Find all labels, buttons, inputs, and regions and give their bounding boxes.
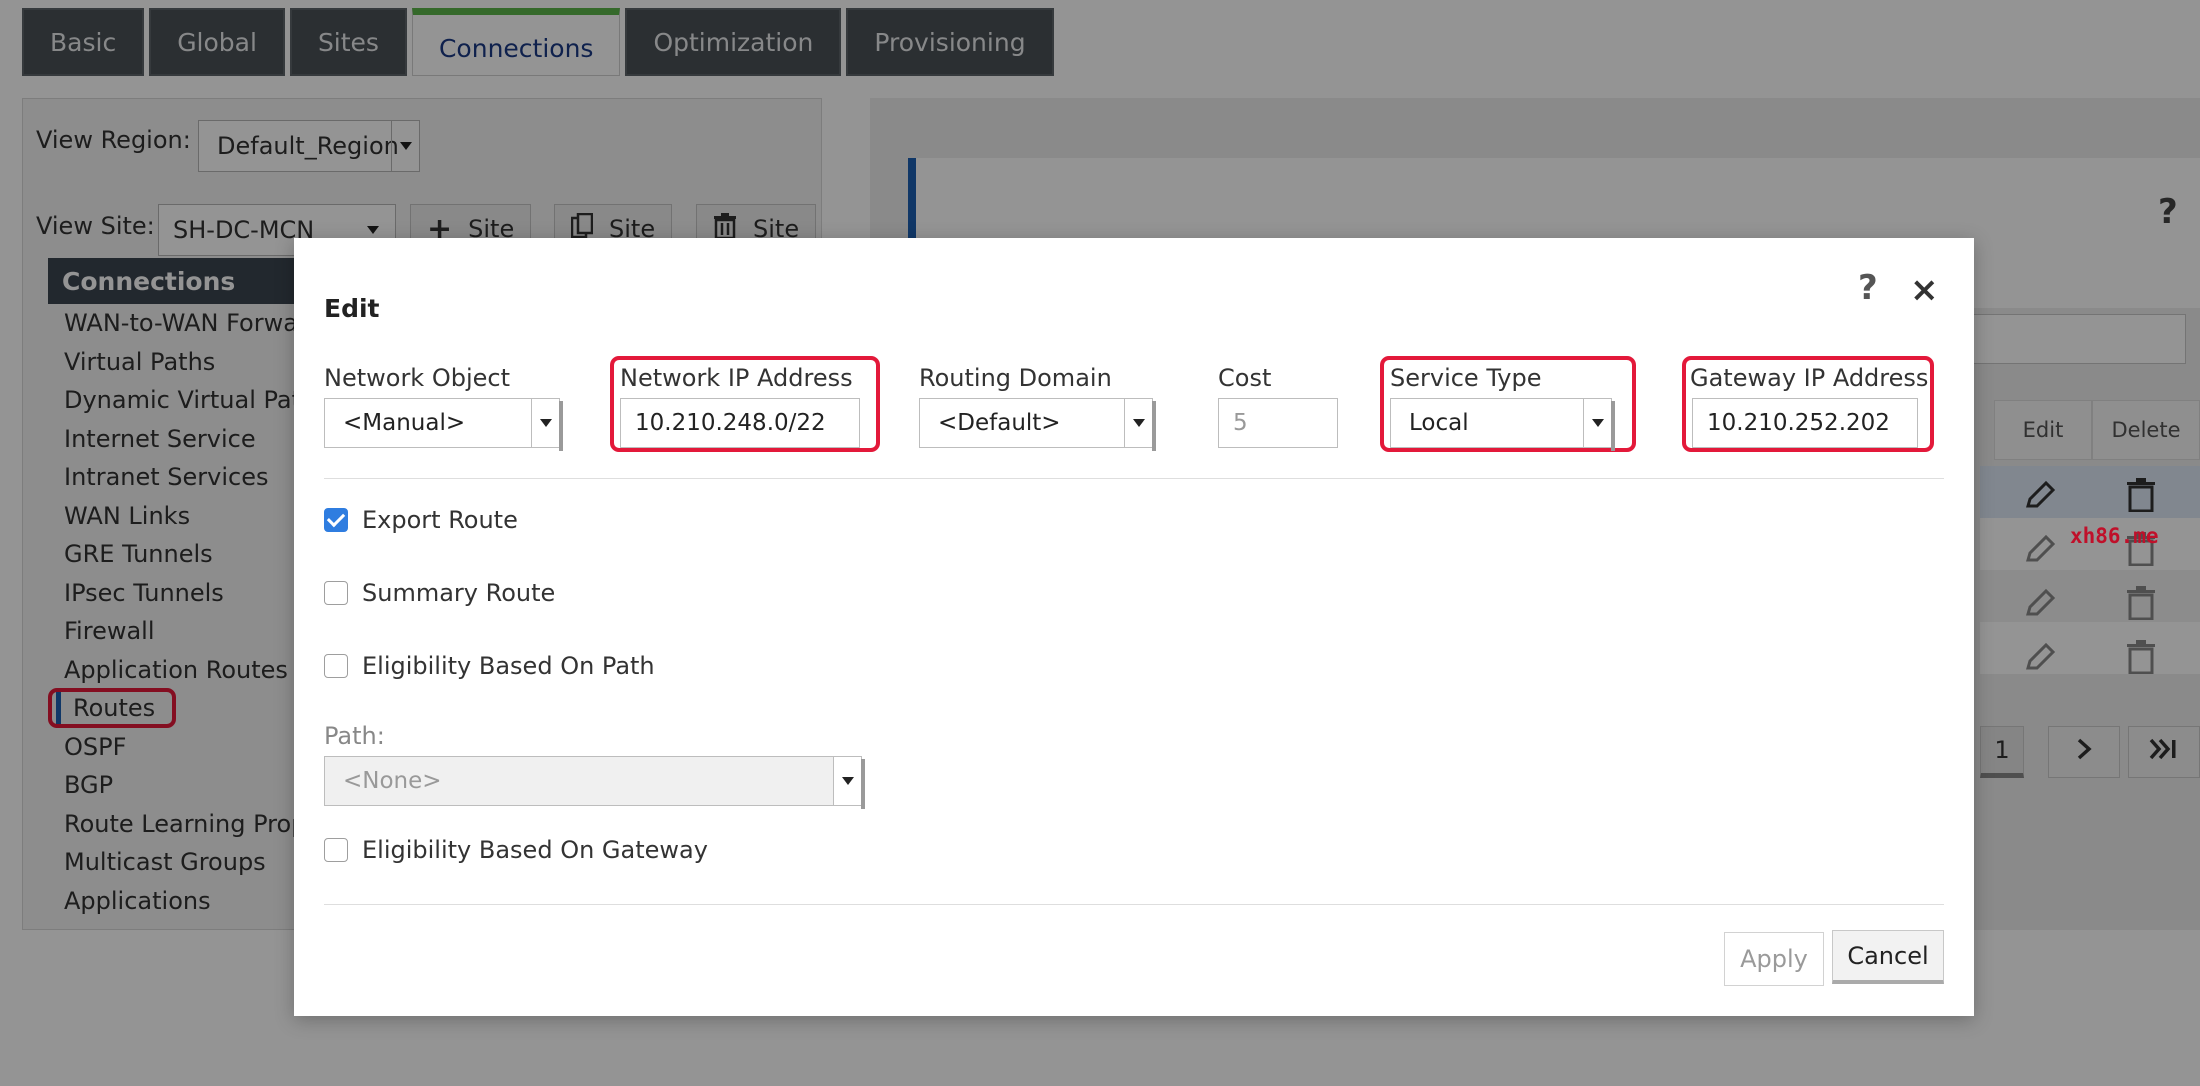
eligibility-gateway-label: Eligibility Based On Gateway xyxy=(362,836,708,864)
cost-label: Cost xyxy=(1218,364,1272,392)
help-icon[interactable]: ? xyxy=(1858,268,1878,308)
chevron-down-icon xyxy=(1124,399,1156,451)
network-object-value: <Manual> xyxy=(343,410,466,436)
network-ip-input[interactable]: 10.210.248.0/22 xyxy=(620,398,860,448)
gateway-ip-label: Gateway IP Address xyxy=(1690,364,1929,392)
dialog-title: Edit xyxy=(324,294,380,323)
network-object-select[interactable]: <Manual> xyxy=(324,398,563,451)
routing-domain-value: <Default> xyxy=(938,410,1061,436)
close-icon[interactable]: × xyxy=(1910,270,1939,310)
cancel-button[interactable]: Cancel xyxy=(1832,930,1944,984)
apply-button[interactable]: Apply xyxy=(1724,932,1824,986)
edit-route-dialog: Edit ? × Network Object <Manual> Network… xyxy=(294,238,1974,1016)
path-value: <None> xyxy=(343,768,442,794)
network-ip-label: Network IP Address xyxy=(620,364,853,392)
chevron-down-icon xyxy=(1583,399,1615,451)
eligibility-gateway-row[interactable]: Eligibility Based On Gateway xyxy=(324,836,708,864)
service-type-select[interactable]: Local xyxy=(1390,398,1615,451)
service-type-label: Service Type xyxy=(1390,364,1542,392)
routing-domain-label: Routing Domain xyxy=(919,364,1112,392)
export-route-checkbox[interactable] xyxy=(324,508,348,532)
routing-domain-select[interactable]: <Default> xyxy=(919,398,1156,451)
cost-input[interactable]: 5 xyxy=(1218,398,1338,448)
chevron-down-icon xyxy=(531,399,563,451)
divider xyxy=(324,478,1944,479)
watermark-text: xh86.me xyxy=(2070,524,2159,548)
path-label: Path: xyxy=(324,722,385,750)
gateway-ip-input[interactable]: 10.210.252.202 xyxy=(1692,398,1918,448)
summary-route-checkbox[interactable] xyxy=(324,581,348,605)
export-route-label: Export Route xyxy=(362,506,518,534)
summary-route-label: Summary Route xyxy=(362,579,556,607)
eligibility-path-checkbox[interactable] xyxy=(324,654,348,678)
summary-route-row[interactable]: Summary Route xyxy=(324,579,555,607)
network-object-label: Network Object xyxy=(324,364,510,392)
path-select: <None> xyxy=(324,756,865,809)
eligibility-path-label: Eligibility Based On Path xyxy=(362,652,655,680)
eligibility-path-row[interactable]: Eligibility Based On Path xyxy=(324,652,655,680)
chevron-down-icon xyxy=(833,757,865,809)
service-type-value: Local xyxy=(1409,410,1469,436)
divider xyxy=(324,904,1944,905)
export-route-row[interactable]: Export Route xyxy=(324,506,518,534)
eligibility-gateway-checkbox[interactable] xyxy=(324,838,348,862)
